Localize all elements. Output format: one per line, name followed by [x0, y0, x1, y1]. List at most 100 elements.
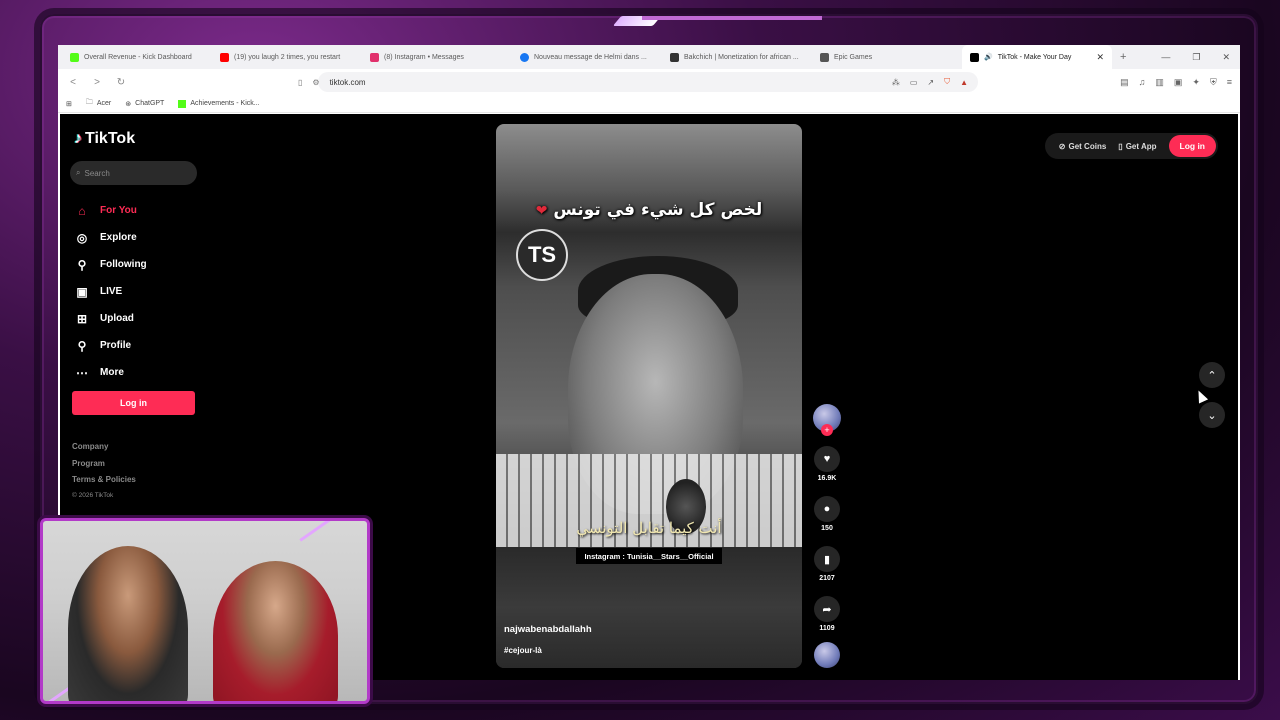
sidebar-item-label: More	[100, 367, 124, 378]
share-icon[interactable]: ↗	[927, 78, 934, 87]
tiktok-note-icon: ♪	[74, 130, 82, 147]
video-caption: ❤ لخص كل شيء في تونس	[496, 200, 802, 220]
ai-icon[interactable]: ✦	[1192, 77, 1200, 88]
footer-link-program[interactable]: Program	[72, 459, 136, 476]
footer-link-company[interactable]: Company	[72, 442, 136, 459]
reader-icon[interactable]: ▥	[1155, 77, 1164, 88]
sidebar-login-button[interactable]: Log in	[72, 391, 195, 415]
video-username[interactable]: najwabenabdallahh	[504, 624, 592, 635]
heart-emoji-icon: ❤	[535, 203, 548, 219]
sidebar-item-more[interactable]: ⋯ More	[74, 359, 147, 386]
bookmark-icon[interactable]: ▯	[298, 78, 302, 87]
next-video-button[interactable]: ⌄	[1199, 402, 1225, 428]
overlay-accent-bar	[642, 16, 822, 20]
bookmark-acer[interactable]: 🗀 Acer	[86, 98, 111, 109]
save-button[interactable]: ▮	[814, 546, 840, 572]
brave-rewards-icon[interactable]: ▲	[960, 78, 968, 87]
tab-label: TikTok - Make Your Day	[997, 53, 1072, 61]
sidebar-toggle-icon[interactable]: ▤	[1120, 77, 1129, 88]
video-player[interactable]: ❤ لخص كل شيء في تونس TS أنت كيما تقابل ا…	[496, 124, 802, 668]
sidebar-item-live[interactable]: ▣ LIVE	[74, 278, 147, 305]
tab-epic-games[interactable]: Epic Games	[812, 45, 962, 69]
footer-link-terms[interactable]: Terms & Policies	[72, 475, 136, 492]
following-icon: ⚲	[77, 257, 87, 272]
forward-icon[interactable]: >	[90, 77, 104, 88]
tab-instagram[interactable]: (8) Instagram • Messages	[362, 45, 512, 69]
folder-icon: 🗀	[85, 99, 93, 106]
chatgpt-icon: ⊛	[125, 100, 132, 108]
url-text: tiktok.com	[329, 77, 366, 87]
tab-label: Nouveau message de Helmi dans ...	[534, 53, 647, 61]
minimize-icon[interactable]: —	[1161, 52, 1170, 63]
search-input[interactable]: ⌕ Search	[70, 161, 197, 185]
get-coins-label: Get Coins	[1068, 141, 1107, 151]
tab-tiktok[interactable]: 🔊 TikTok - Make Your Day ✕	[962, 45, 1112, 69]
kick-icon	[178, 99, 187, 108]
wallet-icon[interactable]: ▣	[1174, 77, 1183, 88]
translate-icon[interactable]: ⁂	[892, 78, 900, 87]
instagram-watermark: Instagram : Tunisia__Stars__Official	[576, 548, 722, 564]
new-tab-button[interactable]: +	[1112, 51, 1134, 63]
apps-grid-icon[interactable]: ⊞	[66, 100, 72, 108]
search-placeholder: Search	[84, 168, 110, 178]
tab-label: Bakchich | Monetization for african ...	[684, 53, 799, 61]
music-icon[interactable]: ♫	[1139, 77, 1146, 88]
sidebar-item-label: Upload	[100, 313, 134, 324]
share-button[interactable]: ➦	[814, 596, 840, 622]
site-settings-icon[interactable]: ⚙	[312, 78, 319, 87]
sidebar-item-explore[interactable]: ◎ Explore	[74, 224, 147, 251]
phone-icon: ▯	[1118, 141, 1123, 151]
chevron-down-icon: ⌄	[1207, 409, 1217, 422]
upload-icon: ⊞	[76, 311, 88, 326]
tab-label: Overall Revenue - Kick Dashboard	[84, 53, 192, 61]
like-count: 16.9K	[817, 475, 837, 482]
tab-youtube[interactable]: (19) you laugh 2 times, you restart	[212, 45, 362, 69]
tiktok-logo[interactable]: ♪ TikTok	[74, 130, 135, 148]
creator-avatar[interactable]: +	[813, 404, 841, 436]
url-field[interactable]: ▯ ⚙ tiktok.com ⁂ ▭ ↗ ⛉ ▲	[298, 72, 978, 92]
kick-icon	[70, 52, 79, 62]
tab-bakchich[interactable]: Bakchich | Monetization for african ...	[662, 45, 812, 69]
close-window-icon[interactable]: ✕	[1222, 52, 1230, 63]
reload-icon[interactable]: ↻	[114, 77, 128, 88]
ts-logo-badge: TS	[516, 229, 568, 281]
caption-text: لخص كل شيء في تونس	[553, 200, 763, 220]
coin-icon: ⊘	[1058, 141, 1066, 151]
comment-icon: ●	[823, 503, 831, 515]
video-hashtag[interactable]: #cejour-là	[504, 646, 542, 655]
sidebar-item-upload[interactable]: ⊞ Upload	[74, 305, 147, 332]
sidebar-item-for-you[interactable]: ⌂ For You	[74, 197, 147, 224]
maximize-icon[interactable]: ❐	[1192, 52, 1200, 63]
bookmark-label: Achievements - Kick...	[190, 100, 260, 107]
sound-disc-avatar[interactable]	[814, 642, 840, 668]
heart-icon: ♥	[823, 453, 831, 465]
overlay-accent	[612, 16, 662, 26]
like-button[interactable]: ♥	[814, 446, 840, 472]
action-rail: + ♥ 16.9K ● 150 ▮ 2107 ➦ 1109	[810, 404, 844, 668]
tab-facebook[interactable]: Nouveau message de Helmi dans ...	[512, 45, 662, 69]
tab-kick-dashboard[interactable]: Overall Revenue - Kick Dashboard	[62, 45, 212, 69]
cast-icon[interactable]: ▭	[910, 78, 918, 87]
vpn-icon[interactable]: ⛨	[1210, 77, 1217, 88]
sidebar-item-profile[interactable]: ⚲ Profile	[74, 332, 147, 359]
share-arrow-icon: ➦	[822, 603, 832, 616]
previous-video-button[interactable]: ⌃	[1199, 362, 1225, 388]
header-login-button[interactable]: Log in	[1168, 135, 1216, 157]
brave-shield-icon[interactable]: ⛉	[944, 77, 950, 87]
logo-text: TikTok	[85, 130, 136, 147]
instagram-icon	[370, 52, 379, 62]
follow-plus-icon[interactable]: +	[821, 424, 833, 436]
bookmark-chatgpt[interactable]: ⊛ ChatGPT	[125, 100, 164, 108]
bookmark-icon: ▮	[823, 553, 831, 566]
bookmark-kick[interactable]: Achievements - Kick...	[178, 99, 260, 108]
tiktok-icon	[970, 52, 979, 62]
back-icon[interactable]: <	[66, 77, 80, 88]
chevron-up-icon: ⌃	[1207, 369, 1217, 382]
sidebar-item-following[interactable]: ⚲ Following	[74, 251, 147, 278]
sidebar-nav: ⌂ For You ◎ Explore ⚲ Following ▣ LIVE ⊞ Uplo…	[74, 197, 147, 386]
get-app-button[interactable]: ▯ Get App	[1112, 142, 1162, 151]
close-tab-icon[interactable]: ✕	[1096, 52, 1104, 63]
get-coins-button[interactable]: ⊘ Get Coins	[1053, 142, 1112, 151]
menu-icon[interactable]: ≡	[1227, 77, 1232, 88]
comment-button[interactable]: ●	[814, 496, 840, 522]
